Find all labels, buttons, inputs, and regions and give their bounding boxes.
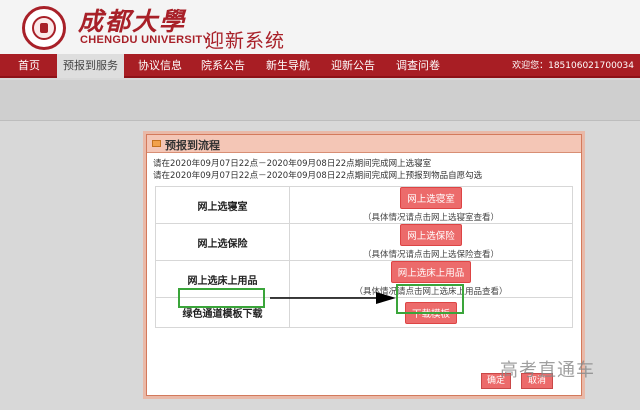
page-banner-area [0, 80, 640, 120]
nav-item-agreement[interactable]: 协议信息 [138, 54, 182, 78]
site-title: 迎新系统 [205, 30, 286, 52]
site-header: 成都大學 CHENGDU UNIVERSITY 迎新系统 [0, 0, 640, 54]
dialog-note: 请在2020年09月07日22点－2020年09月08日22点期间完成网上预报到… [153, 171, 483, 181]
watermark-text: 高考直通车 [500, 360, 595, 381]
select-dorm-button[interactable]: 网上选寝室 [400, 187, 462, 209]
table-row: 网上选保险 网上选保险 （具体情况请点击网上选保险查看） [155, 223, 573, 261]
pointer-arrow-icon [270, 292, 396, 304]
row-hint: （具体情况请点击网上选保险查看） [362, 250, 499, 260]
row-hint: （具体情况请点击网上选寝室查看） [362, 213, 499, 223]
green-highlight-button [396, 284, 464, 314]
dialog-window-icon [152, 140, 161, 147]
nav-item-freshman-guide[interactable]: 新生导航 [266, 54, 310, 78]
row-label-dorm: 网上选寝室 [155, 186, 290, 224]
row-label-insurance: 网上选保险 [155, 223, 290, 261]
select-insurance-button[interactable]: 网上选保险 [400, 224, 462, 246]
nav-item-preregistration[interactable]: 预报到服务 [57, 54, 124, 78]
nav-item-department-notice[interactable]: 院系公告 [201, 54, 245, 78]
main-nav: 首页 预报到服务 协议信息 院系公告 新生导航 迎新公告 调查问卷 欢迎您：18… [0, 54, 640, 78]
dialog-title: 预报到流程 [165, 139, 220, 152]
welcome-user-text: 欢迎您：185106021700034 [512, 61, 634, 71]
nav-item-survey[interactable]: 调查问卷 [396, 54, 440, 78]
nav-item-home[interactable]: 首页 [18, 54, 40, 78]
green-highlight-label [178, 288, 265, 308]
logo-chinese-name: 成都大學 [78, 7, 187, 36]
select-bedding-button[interactable]: 网上选床上用品 [390, 261, 472, 283]
nav-item-welcome-notice[interactable]: 迎新公告 [331, 54, 375, 78]
dialog-note: 请在2020年09月07日22点－2020年09月08日22点期间完成网上选寝室 [153, 159, 432, 169]
dialog-header[interactable]: 预报到流程 [147, 135, 581, 153]
university-seal-logo [22, 6, 66, 50]
table-row: 网上选寝室 网上选寝室 （具体情况请点击网上选寝室查看） [155, 186, 573, 224]
logo-english-name: CHENGDU UNIVERSITY [80, 34, 211, 46]
